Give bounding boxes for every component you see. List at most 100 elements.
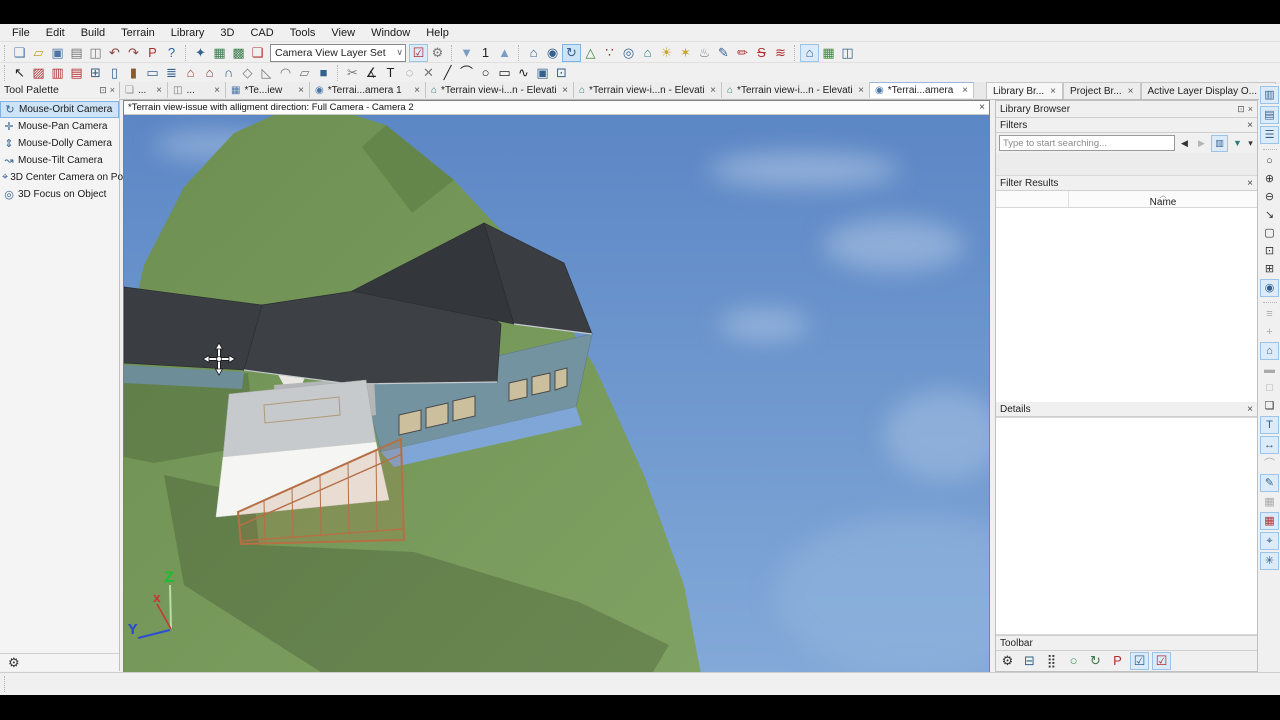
menu-view[interactable]: View [323, 26, 363, 40]
filter-funnel-button[interactable]: ▼ [1230, 136, 1245, 151]
rs-sprinkler-icon[interactable]: ✳ [1260, 552, 1279, 570]
menu-terrain[interactable]: Terrain [113, 26, 163, 40]
dimension-icon[interactable]: ∡ [362, 64, 381, 82]
tool-mouse-pan-camera[interactable]: ✛ Mouse-Pan Camera [0, 118, 119, 135]
tab-doc-2[interactable]: ◫... × [168, 82, 226, 98]
delete-surface-icon[interactable]: S [752, 44, 771, 62]
camera-lens-icon[interactable]: ◎ [619, 44, 638, 62]
picture-view-icon[interactable]: ▦ [819, 44, 838, 62]
select-arrow-icon[interactable]: ↖ [10, 64, 29, 82]
results-column-name[interactable]: ︿ Name [1069, 191, 1257, 208]
tab-active-layer-display[interactable]: Active Layer Display O...× [1140, 82, 1276, 99]
print-preview-icon[interactable]: ◫ [86, 44, 105, 62]
tab-elevation-3[interactable]: ⌂*Terrain view-i...n - Elevation 3 × [722, 82, 870, 98]
menu-3d[interactable]: 3D [212, 26, 242, 40]
rs-cross-icon[interactable]: + [1261, 324, 1278, 340]
arc-icon[interactable]: ⌒ [457, 64, 476, 82]
lb-preferences-icon[interactable]: P [1108, 652, 1127, 670]
menu-window[interactable]: Window [363, 26, 418, 40]
rs-polyline-camera-icon[interactable]: ⌖ [1260, 532, 1279, 550]
up-one-floor-button[interactable]: ▲ [495, 44, 514, 62]
house-icon[interactable]: ⌂ [200, 64, 219, 82]
text-icon[interactable]: T [381, 64, 400, 82]
mouse-orbit-camera-icon[interactable]: ↻ [562, 43, 581, 62]
cad-detail-icon[interactable]: ⊡ [552, 64, 571, 82]
tab-camera-1-close[interactable]: × [414, 85, 420, 96]
overview-icon[interactable]: △ [581, 44, 600, 62]
roof-plane-icon[interactable]: ◺ [257, 64, 276, 82]
lasso-icon[interactable]: ◌ [400, 64, 419, 82]
tab-project-browser[interactable]: Project Br... × [1062, 82, 1141, 99]
hatch-wall-icon[interactable]: ▨ [29, 64, 48, 82]
tab-doc-1-close[interactable]: × [156, 85, 162, 96]
rs-zoom-out-icon[interactable]: ⊖ [1261, 189, 1278, 205]
rs-page-zoom-icon[interactable]: ❏ [1261, 398, 1278, 414]
viewport-close-icon[interactable]: × [979, 102, 985, 113]
close-panel-icon[interactable]: × [110, 85, 115, 95]
rs-grid-icon[interactable]: ▦ [1261, 494, 1278, 510]
details-close-icon[interactable]: × [1247, 404, 1253, 415]
door-icon[interactable]: ▯ [105, 64, 124, 82]
rs-library-browser-icon[interactable]: ▥ [1260, 86, 1279, 104]
camera-options-icon[interactable]: ⌂ [800, 43, 819, 62]
sun-icon[interactable]: ☀ [657, 44, 676, 62]
filter-caret-icon[interactable]: ▾ [1247, 136, 1254, 151]
menu-help[interactable]: Help [418, 26, 457, 40]
rs-dimension-icon[interactable]: ↔ [1260, 436, 1279, 454]
rs-project-browser-icon[interactable]: ▤ [1260, 106, 1279, 124]
display-options-icon[interactable]: ☑ [409, 43, 428, 62]
filter-results-close-icon[interactable]: × [1247, 178, 1253, 189]
walkthrough-icon[interactable]: ∵ [600, 44, 619, 62]
rs-orbit-icon[interactable]: ◉ [1260, 279, 1279, 297]
rs-layers-icon[interactable]: ≡ [1261, 306, 1278, 322]
perspective-camera-icon[interactable]: ◉ [543, 44, 562, 62]
browse-library-button[interactable]: ▥ [1211, 134, 1228, 152]
box-icon[interactable]: ■ [314, 64, 333, 82]
rs-expand-icon[interactable]: ⊞ [1261, 261, 1278, 277]
rs-zoom-in-icon[interactable]: ⊕ [1261, 171, 1278, 187]
search-back-button[interactable]: ◀ [1177, 136, 1192, 151]
open-plan-icon[interactable]: ▱ [29, 44, 48, 62]
menu-edit[interactable]: Edit [38, 26, 73, 40]
rs-zoom-icon[interactable]: ○ [1261, 153, 1278, 169]
layout-page-icon[interactable]: P [143, 44, 162, 62]
rs-fill-window-icon[interactable]: ▢ [1261, 225, 1278, 241]
rs-fill-building-icon[interactable]: ⊡ [1261, 243, 1278, 259]
tool-3d-center-camera[interactable]: ⌖ 3D Center Camera on Point [0, 169, 134, 186]
down-one-floor-button[interactable]: ▼ [457, 44, 476, 62]
lb-grid-view-icon[interactable]: ⣿ [1042, 652, 1061, 670]
tab-doc-1[interactable]: ❏... × [120, 82, 168, 98]
tab-camera-2-close[interactable]: × [962, 85, 968, 96]
cad-block-icon[interactable]: ▣ [533, 64, 552, 82]
search-input[interactable] [999, 135, 1175, 151]
rectangle-icon[interactable]: ▭ [495, 64, 514, 82]
color-chooser-icon[interactable]: ✏ [733, 44, 752, 62]
rs-undo-zoom-icon[interactable]: ↘ [1261, 207, 1278, 223]
menu-tools[interactable]: Tools [282, 26, 324, 40]
rs-arc-icon[interactable]: ⌒ [1261, 456, 1278, 472]
spray-icon[interactable]: ♨ [695, 44, 714, 62]
tab-plan[interactable]: ▦ *Te...iew × [226, 82, 310, 98]
tab-elevation-1[interactable]: ⌂*Terrain view-i...n - Elevation 1 × [426, 82, 574, 98]
spline-icon[interactable]: ∿ [514, 64, 533, 82]
lb-update-icon[interactable]: ↻ [1086, 652, 1105, 670]
material-eyedropper-icon[interactable]: ✎ [714, 44, 733, 62]
cabinet-icon[interactable]: ▭ [143, 64, 162, 82]
redo-icon[interactable]: ↷ [124, 44, 143, 62]
search-forward-button[interactable]: ▶ [1194, 136, 1209, 151]
print-icon[interactable]: ▤ [67, 44, 86, 62]
tab-camera-2[interactable]: ◉ *Terrai...amera 2 × [870, 82, 974, 98]
tool-mouse-dolly-camera[interactable]: ⇕ Mouse-Dolly Camera [0, 135, 119, 152]
menu-cad[interactable]: CAD [242, 26, 281, 40]
circle-icon[interactable]: ○ [476, 64, 495, 82]
tool-mouse-orbit-camera[interactable]: ↻ Mouse-Orbit Camera [0, 101, 119, 118]
rs-text-icon[interactable]: T [1260, 416, 1279, 434]
rs-ruler-icon[interactable]: ▬ [1261, 362, 1278, 378]
layer-set-tag-icon[interactable]: ❏ [248, 44, 267, 62]
lb-folder-red-check-icon[interactable]: ☑ [1152, 651, 1171, 670]
lb-folder-check-icon[interactable]: ☑ [1130, 651, 1149, 670]
layer-set-dropdown[interactable]: Camera View Layer Set ∨ [270, 43, 406, 62]
tool-mouse-tilt-camera[interactable]: ↝ Mouse-Tilt Camera [0, 152, 119, 169]
rs-grid-red-icon[interactable]: ▦ [1260, 512, 1279, 530]
3d-viewport[interactable]: Z X Y [124, 115, 989, 672]
